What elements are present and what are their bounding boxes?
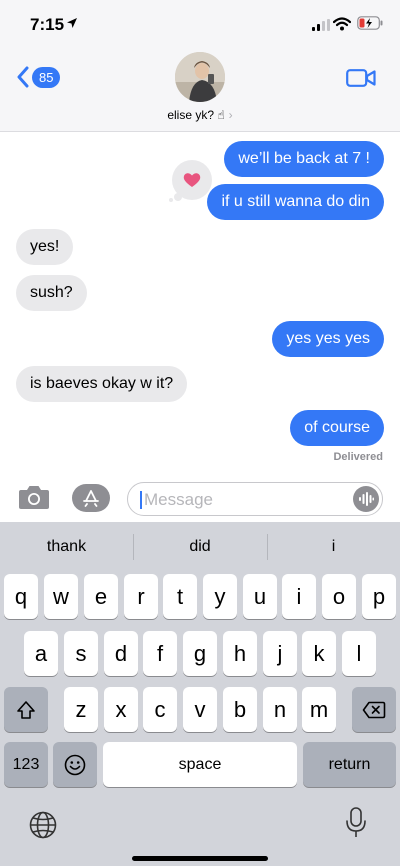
conversation-header: 85 elise yk? ☝ › bbox=[0, 50, 400, 132]
keyboard: thank did i q w e r t y u i o p a s d f … bbox=[0, 522, 400, 866]
message-bubble-incoming[interactable]: is baeves okay w it? bbox=[16, 366, 188, 402]
message-bubble-outgoing[interactable]: yes yes yes bbox=[272, 321, 384, 357]
delete-backspace-icon bbox=[362, 701, 386, 718]
delivered-status: Delivered bbox=[333, 451, 383, 463]
waveform-icon bbox=[359, 492, 374, 506]
globe-icon[interactable] bbox=[28, 810, 58, 840]
chevron-left-icon bbox=[17, 66, 29, 88]
back-button[interactable]: 85 bbox=[16, 66, 61, 88]
status-time: 7:15 bbox=[30, 15, 65, 34]
shift-key[interactable] bbox=[4, 687, 48, 732]
wifi-icon bbox=[333, 17, 351, 31]
location-arrow-icon bbox=[67, 18, 77, 28]
tapback-tail bbox=[174, 193, 182, 201]
facetime-video-icon[interactable] bbox=[346, 68, 376, 88]
key-k[interactable]: k bbox=[302, 631, 336, 676]
return-key[interactable]: return bbox=[303, 742, 396, 787]
camera-icon[interactable] bbox=[18, 484, 50, 510]
key-s[interactable]: s bbox=[64, 631, 98, 676]
key-h[interactable]: h bbox=[223, 631, 257, 676]
message-input-field[interactable] bbox=[127, 482, 383, 516]
key-c[interactable]: c bbox=[143, 687, 177, 732]
key-y[interactable]: y bbox=[203, 574, 237, 619]
message-input[interactable] bbox=[144, 487, 344, 512]
app-drawer-button[interactable] bbox=[72, 484, 110, 512]
message-bubble-outgoing[interactable]: of course bbox=[290, 410, 384, 446]
key-x[interactable]: x bbox=[104, 687, 138, 732]
delete-key[interactable] bbox=[352, 687, 396, 732]
text-cursor bbox=[140, 491, 142, 509]
key-j[interactable]: j bbox=[263, 631, 297, 676]
audio-message-button[interactable] bbox=[353, 486, 379, 512]
contact-avatar[interactable] bbox=[175, 52, 225, 102]
key-q[interactable]: q bbox=[4, 574, 38, 619]
key-p[interactable]: p bbox=[362, 574, 396, 619]
numbers-key[interactable]: 123 bbox=[4, 742, 48, 787]
suggestion-item[interactable]: thank bbox=[0, 522, 133, 572]
key-m[interactable]: m bbox=[302, 687, 336, 732]
message-bubble-outgoing[interactable]: we’ll be back at 7 ! bbox=[224, 141, 384, 177]
unread-count-badge: 85 bbox=[32, 66, 61, 88]
message-bubble-incoming[interactable]: sush? bbox=[16, 275, 87, 311]
key-d[interactable]: d bbox=[104, 631, 138, 676]
key-g[interactable]: g bbox=[183, 631, 217, 676]
key-b[interactable]: b bbox=[223, 687, 257, 732]
message-bubble-outgoing[interactable]: if u still wanna do din bbox=[207, 184, 384, 220]
key-w[interactable]: w bbox=[44, 574, 78, 619]
shift-arrow-icon bbox=[17, 700, 35, 719]
key-v[interactable]: v bbox=[183, 687, 217, 732]
heart-icon bbox=[183, 173, 201, 187]
contact-name: elise yk? ☝ bbox=[167, 108, 225, 122]
chevron-right-icon: › bbox=[228, 108, 233, 122]
predictive-suggestions: thank did i bbox=[0, 522, 400, 572]
key-e[interactable]: e bbox=[84, 574, 118, 619]
tapback-tail bbox=[169, 198, 173, 202]
battery-charging-icon bbox=[357, 16, 383, 30]
message-bubble-incoming[interactable]: yes! bbox=[16, 229, 74, 265]
key-r[interactable]: r bbox=[124, 574, 158, 619]
status-bar: 7:15 bbox=[0, 0, 400, 50]
key-z[interactable]: z bbox=[64, 687, 98, 732]
cellular-signal-icon bbox=[312, 19, 330, 31]
key-i[interactable]: i bbox=[282, 574, 316, 619]
home-indicator bbox=[132, 856, 268, 861]
emoji-key[interactable] bbox=[53, 742, 97, 787]
key-l[interactable]: l bbox=[342, 631, 376, 676]
key-n[interactable]: n bbox=[263, 687, 297, 732]
contact-name-button[interactable]: elise yk? ☝ › bbox=[0, 108, 400, 122]
emoji-smiley-icon bbox=[64, 754, 86, 775]
dictation-microphone-icon[interactable] bbox=[345, 807, 367, 839]
suggestion-item[interactable]: i bbox=[267, 522, 400, 572]
space-key[interactable]: space bbox=[103, 742, 297, 787]
key-t[interactable]: t bbox=[163, 574, 197, 619]
suggestion-item[interactable]: did bbox=[133, 522, 267, 572]
key-f[interactable]: f bbox=[143, 631, 177, 676]
key-a[interactable]: a bbox=[24, 631, 58, 676]
key-u[interactable]: u bbox=[243, 574, 277, 619]
app-store-icon bbox=[83, 490, 99, 507]
key-o[interactable]: o bbox=[322, 574, 356, 619]
